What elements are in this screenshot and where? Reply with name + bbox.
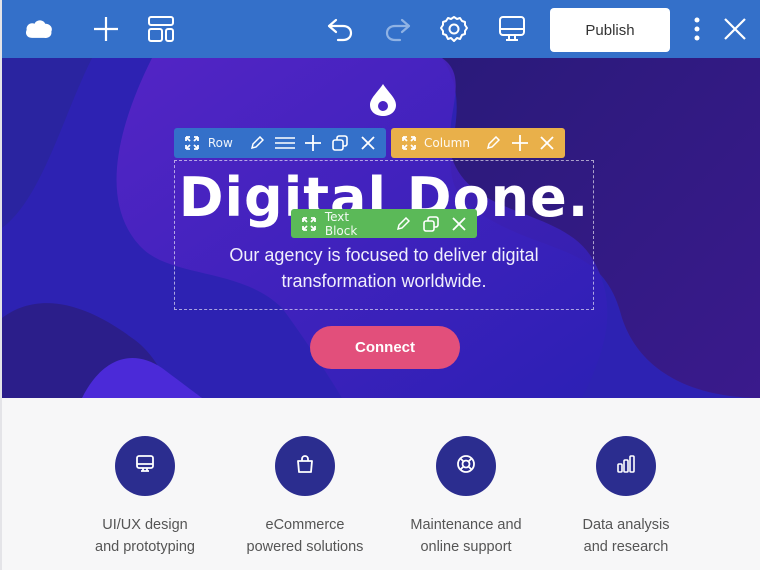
text-block-toolbar: Text Block: [291, 209, 477, 238]
service-item: UI/UX design and prototyping: [65, 436, 225, 558]
plus-icon[interactable]: [303, 132, 323, 154]
service-label: Data analysis and research: [546, 514, 706, 558]
service-label-line2: powered solutions: [246, 539, 364, 555]
undo-icon[interactable]: [325, 14, 355, 44]
pencil-icon[interactable]: [393, 213, 413, 235]
service-icon-circle: [436, 436, 496, 496]
close-icon[interactable]: [720, 14, 750, 44]
close-icon[interactable]: [538, 132, 557, 154]
service-icon-circle: [115, 436, 175, 496]
service-label-line2: and prototyping: [95, 539, 195, 555]
redo-icon[interactable]: [383, 14, 413, 44]
service-label: eCommerce powered solutions: [225, 514, 385, 558]
row-toolbar: Row: [174, 128, 386, 158]
pencil-icon[interactable]: [247, 132, 267, 154]
close-icon[interactable]: [449, 213, 469, 235]
move-icon[interactable]: [299, 213, 319, 235]
plus-icon[interactable]: [91, 14, 121, 44]
text-block-label: Text Block: [324, 209, 358, 238]
page-builder: Publish Digital Done. Our agency is focu…: [0, 0, 760, 570]
hero-section: Digital Done. Our agency is focused to d…: [2, 58, 760, 398]
move-icon[interactable]: [182, 132, 202, 154]
gear-icon[interactable]: [439, 14, 469, 44]
pencil-icon[interactable]: [484, 132, 503, 154]
column-toolbar: Column: [391, 128, 565, 158]
service-icon-circle: [596, 436, 656, 496]
service-item: Maintenance and online support: [386, 436, 546, 558]
services-section: UI/UX design and prototyping eCommerce p…: [2, 398, 760, 570]
column-label: Column: [424, 136, 470, 150]
service-label: Maintenance and online support: [386, 514, 546, 558]
layout-icon[interactable]: [146, 14, 176, 44]
service-item: Data analysis and research: [546, 436, 706, 558]
shopping-bag-icon: [295, 454, 315, 479]
service-icon-circle: [275, 436, 335, 496]
plus-icon[interactable]: [511, 132, 530, 154]
service-label-line1: Maintenance and: [410, 517, 522, 533]
move-icon[interactable]: [399, 132, 418, 154]
publish-button[interactable]: Publish: [550, 8, 670, 52]
connect-button[interactable]: Connect: [310, 326, 460, 369]
duplicate-icon[interactable]: [421, 213, 441, 235]
row-label: Row: [207, 136, 233, 150]
hero-subline[interactable]: Our agency is focused to deliver digital…: [174, 242, 594, 294]
service-label-line2: online support: [420, 539, 512, 555]
service-label-line1: Data analysis: [582, 517, 670, 533]
service-label-line1: eCommerce: [265, 517, 345, 533]
hamburger-icon[interactable]: [274, 132, 295, 154]
monitor-icon[interactable]: [497, 14, 527, 44]
lifebuoy-icon: [456, 454, 476, 479]
cloud-icon[interactable]: [24, 14, 54, 44]
duplicate-icon[interactable]: [330, 132, 350, 154]
service-label: UI/UX design and prototyping: [65, 514, 225, 558]
bar-chart-icon: [616, 454, 636, 479]
kebab-menu-icon[interactable]: [682, 14, 712, 44]
service-label-line2: and research: [583, 539, 669, 555]
service-label-line1: UI/UX design: [102, 517, 188, 533]
top-toolbar: Publish: [2, 0, 760, 58]
service-item: eCommerce powered solutions: [225, 436, 385, 558]
monitor-icon: [135, 454, 155, 479]
droplet-icon: [368, 82, 398, 123]
close-icon[interactable]: [358, 132, 378, 154]
